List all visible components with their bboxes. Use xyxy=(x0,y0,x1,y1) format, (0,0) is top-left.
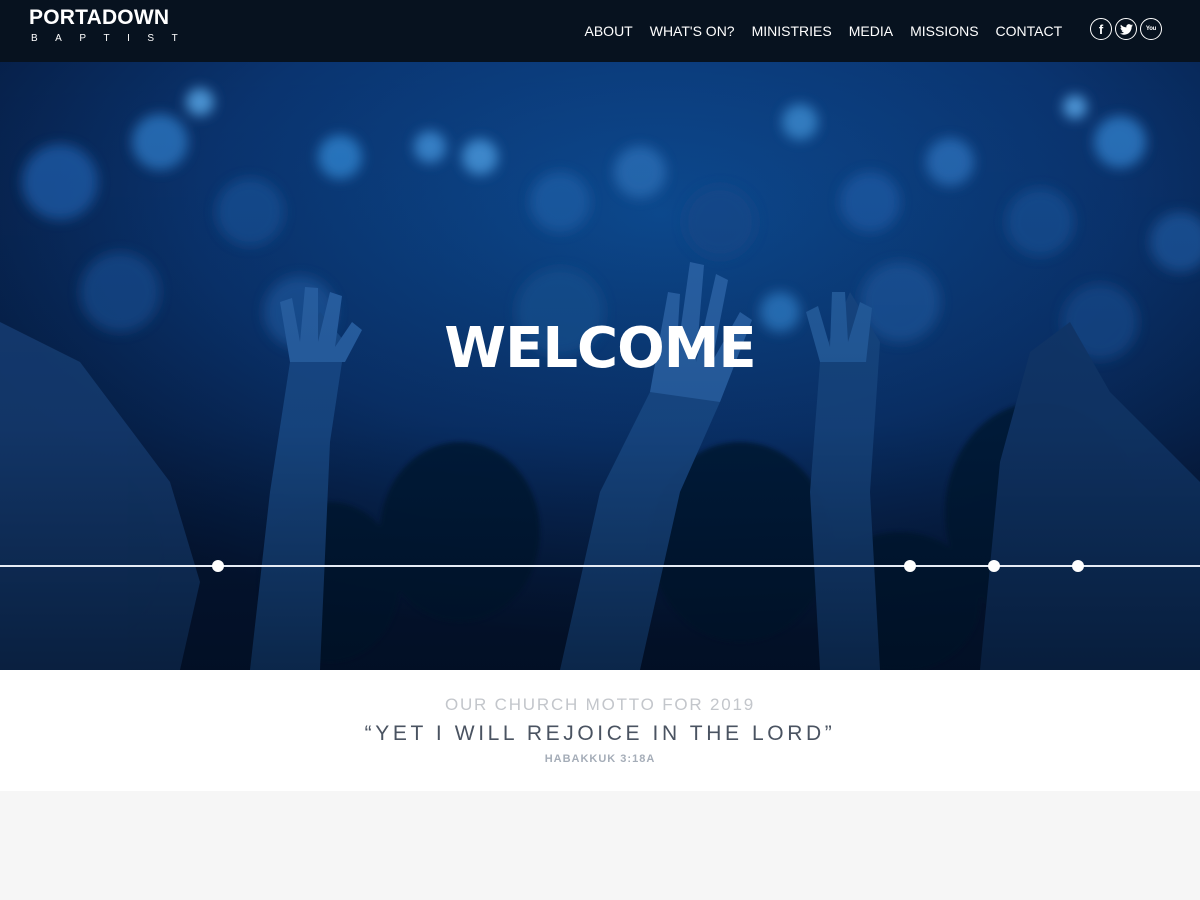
social-links: f You xyxy=(1090,18,1162,40)
nav-link-media[interactable]: MEDIA xyxy=(840,21,901,41)
main-nav: ABOUT WHAT'S ON? MINISTRIES MEDIA MISSIO… xyxy=(576,0,1071,62)
nav-link-ministries[interactable]: MINISTRIES xyxy=(743,21,840,41)
site-logo[interactable]: PORTADOWN BAPTIST xyxy=(29,7,199,45)
slider-track xyxy=(0,565,1200,567)
nav-link-about[interactable]: ABOUT xyxy=(576,21,641,41)
motto-reference: HABAKKUK 3:18A xyxy=(544,753,656,765)
nav-link-missions[interactable]: MISSIONS xyxy=(902,21,987,41)
nav-link-contact[interactable]: CONTACT xyxy=(987,21,1071,41)
hero-title: WELCOME xyxy=(444,316,756,381)
slider-dot-1[interactable] xyxy=(212,560,224,572)
content-area xyxy=(0,791,1200,900)
hero-slider: WELCOME xyxy=(0,62,1200,670)
site-header: PORTADOWN BAPTIST ABOUT WHAT'S ON? MINIS… xyxy=(0,0,1200,62)
twitter-icon xyxy=(1119,23,1133,35)
motto-quote: “YET I WILL REJOICE IN THE LORD” xyxy=(364,722,836,745)
twitter-button[interactable] xyxy=(1115,18,1137,40)
logo-subtitle: BAPTIST xyxy=(31,33,196,44)
youtube-button[interactable]: You xyxy=(1140,18,1162,40)
motto-heading: OUR CHURCH MOTTO FOR 2019 xyxy=(444,695,756,714)
youtube-icon: You xyxy=(1145,26,1157,32)
slider-dot-4[interactable] xyxy=(1072,560,1084,572)
motto-section: OUR CHURCH MOTTO FOR 2019 “YET I WILL RE… xyxy=(0,670,1200,791)
logo-title: PORTADOWN xyxy=(29,6,170,29)
facebook-icon: f xyxy=(1098,21,1104,37)
slider-dot-3[interactable] xyxy=(988,560,1000,572)
slider-dot-2[interactable] xyxy=(904,560,916,572)
facebook-button[interactable]: f xyxy=(1090,18,1112,40)
nav-link-whats-on[interactable]: WHAT'S ON? xyxy=(641,21,743,41)
